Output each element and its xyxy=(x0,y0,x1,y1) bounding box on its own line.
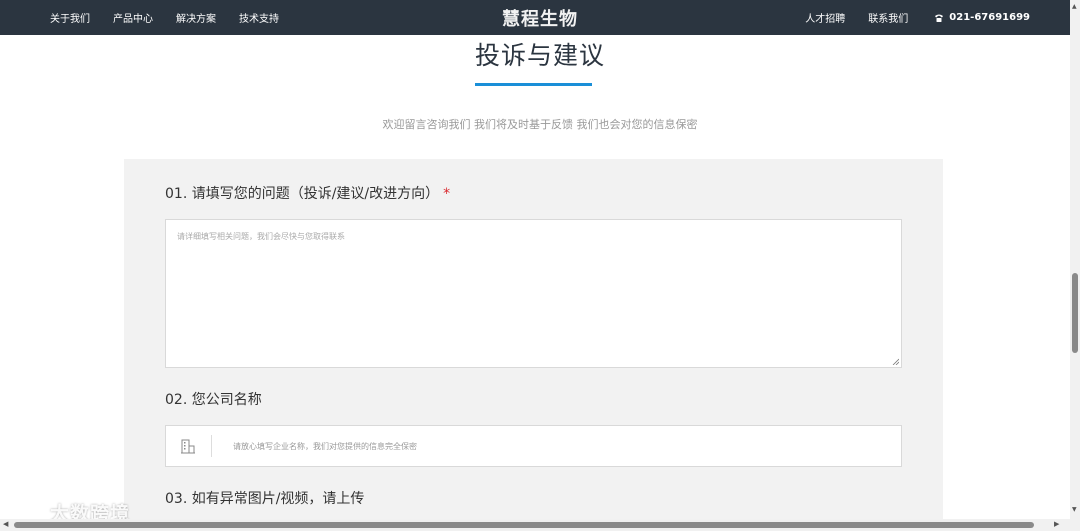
scroll-right-arrow-icon[interactable]: ▶ xyxy=(1054,521,1059,528)
horizontal-scroll-thumb[interactable] xyxy=(14,522,1034,528)
horizontal-scrollbar[interactable]: ◀ ▶ xyxy=(0,519,1070,531)
resize-grip-icon[interactable] xyxy=(892,358,899,365)
nav-contact[interactable]: 联系我们 xyxy=(868,10,908,25)
company-name-placeholder: 请放心填写企业名称，我们对您提供的信息完全保密 xyxy=(233,442,417,451)
title-underline xyxy=(475,83,592,86)
company-name-input[interactable]: 请放心填写企业名称，我们对您提供的信息完全保密 xyxy=(165,425,902,467)
nav-about[interactable]: 关于我们 xyxy=(50,10,90,25)
vertical-scrollbar[interactable]: ▲ ▼ xyxy=(1070,0,1080,531)
feedback-form: 01. 请填写您的问题（投诉/建议/改进方向） * 请详细填写相关问题，我们会尽快… xyxy=(124,159,943,531)
page-title: 投诉与建议 xyxy=(474,41,605,70)
issue-textarea[interactable]: 请详细填写相关问题，我们会尽快与您取得联系 xyxy=(165,219,902,368)
building-icon xyxy=(181,439,195,454)
phone-number[interactable]: 021-67691699 xyxy=(934,12,1030,23)
nav-right-group: 人才招聘 联系我们 021-67691699 xyxy=(782,0,1030,35)
top-navbar: 关于我们 产品中心 解决方案 技术支持 慧程生物 人才招聘 联系我们 021-6… xyxy=(0,0,1080,35)
question-1-text: 01. 请填写您的问题（投诉/建议/改进方向） xyxy=(165,186,440,202)
input-divider xyxy=(211,435,212,457)
nav-solutions[interactable]: 解决方案 xyxy=(176,10,216,25)
required-mark: * xyxy=(443,186,451,202)
question-3-label: 03. 如有异常图片/视频，请上传 xyxy=(165,491,365,507)
phone-icon xyxy=(935,14,944,22)
nav-products[interactable]: 产品中心 xyxy=(113,10,153,25)
question-1-label: 01. 请填写您的问题（投诉/建议/改进方向） * xyxy=(165,183,450,203)
nav-left-group: 关于我们 产品中心 解决方案 技术支持 xyxy=(50,0,302,35)
phone-text: 021-67691699 xyxy=(949,12,1030,23)
scroll-up-arrow-icon[interactable]: ▲ xyxy=(1072,4,1077,10)
vertical-scroll-thumb[interactable] xyxy=(1072,273,1078,353)
question-2-label: 02. 您公司名称 xyxy=(165,392,262,408)
scroll-left-arrow-icon[interactable]: ◀ xyxy=(3,521,8,528)
page-subtitle: 欢迎留言咨询我们 我们将及时基于反馈 我们也会对您的信息保密 xyxy=(382,118,698,131)
nav-support[interactable]: 技术支持 xyxy=(239,10,279,25)
nav-careers[interactable]: 人才招聘 xyxy=(805,10,845,25)
scroll-down-arrow-icon[interactable]: ▼ xyxy=(1072,507,1077,513)
brand-logo[interactable]: 慧程生物 xyxy=(502,5,578,31)
issue-textarea-placeholder: 请详细填写相关问题，我们会尽快与您取得联系 xyxy=(177,232,345,241)
